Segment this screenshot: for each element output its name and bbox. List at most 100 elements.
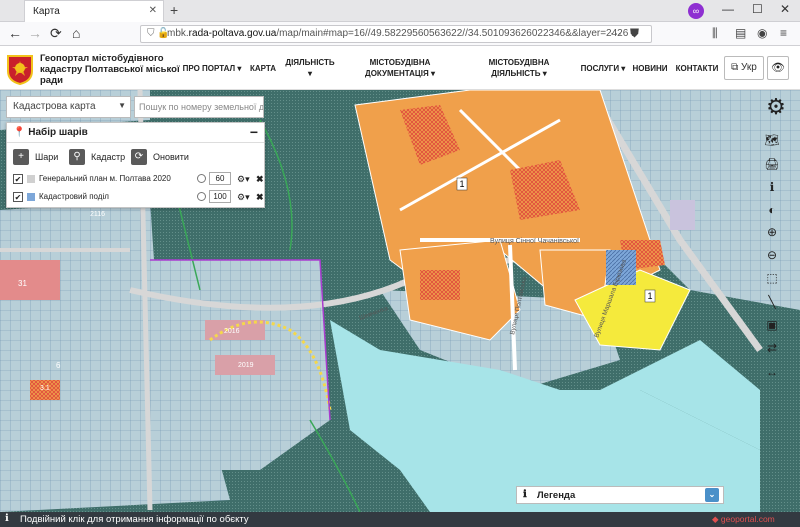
accessibility-eye-icon[interactable]: 👁 [767, 56, 789, 80]
residential-block [0, 260, 60, 300]
layer-row: ✔ Кадастровий поділ 100 ⚙▾ ✖ [13, 189, 264, 205]
minimize-icon[interactable]: — [722, 2, 734, 16]
parcel-number: 3.1 [40, 385, 50, 392]
zoom-in-icon[interactable]: ⊕ [761, 222, 783, 242]
menu-services[interactable]: ПОСЛУГИ ▾ [580, 46, 626, 90]
legend-title: Легенда [537, 490, 576, 501]
purple-parcel[interactable] [670, 200, 695, 230]
chevron-down-icon: ▼ [118, 101, 126, 110]
swap-icon[interactable]: ⇄ [761, 338, 783, 358]
plot-label: 1 [647, 291, 652, 301]
compass-icon[interactable]: ◐ [761, 200, 783, 220]
status-bar: ℹ Подвійний клік для отримання інформаці… [0, 512, 800, 527]
layer-checkbox[interactable]: ✔ [13, 174, 23, 184]
parcel-search-input[interactable]: Пошук по номеру земельної д [134, 96, 264, 118]
language-button[interactable]: ⧉ Укр [724, 56, 764, 80]
layer-settings-icon[interactable]: ⚙▾ [237, 171, 250, 187]
insecure-lock-icon: 🔓 [157, 28, 170, 39]
menu-urban-docs[interactable]: МІСТОБУДІВНА ДОКУМЕНТАЦІЯ ▾ [360, 46, 440, 90]
library-icon[interactable]: ⫼ [712, 26, 718, 41]
menu-activity[interactable]: ДІЯЛЬНІСТЬ ▾ [284, 46, 336, 90]
tab-close-icon[interactable]: ✕ [149, 5, 157, 16]
print-icon[interactable]: 🖨 [761, 154, 783, 174]
translate-icon: ⧉ [731, 62, 739, 73]
measure-area-icon[interactable]: ▣ [761, 315, 783, 335]
remove-layer-icon[interactable]: ✖ [256, 189, 264, 205]
basemap-select-value: Кадастрова карта [13, 101, 96, 112]
status-text: Подвійний клік для отримання інформації … [20, 514, 249, 525]
layer-swatch [27, 175, 35, 183]
fit-width-icon[interactable]: ↔ [761, 362, 783, 382]
pocket-icon[interactable]: ⛊ [630, 26, 639, 41]
layers-button[interactable]: Шари [35, 149, 58, 165]
select-area-icon[interactable]: ⬚ [761, 268, 783, 288]
new-tab-button[interactable]: + [170, 2, 178, 18]
info-icon: ℹ [523, 489, 527, 500]
hatched-parcel[interactable] [420, 270, 460, 300]
map-pin-icon: 📍 [13, 127, 26, 138]
layers-panel-header[interactable]: 📍 Набір шарів − [7, 123, 264, 143]
reload-icon[interactable]: ⟳ [50, 25, 62, 42]
close-window-icon[interactable]: ✕ [780, 2, 790, 16]
layer-radio[interactable] [197, 174, 206, 183]
language-label: Укр [741, 62, 757, 73]
parcel-number: 2116 [90, 211, 105, 218]
account-icon[interactable]: ◉ [757, 26, 767, 40]
map-marker-icon[interactable]: ⚲ [69, 149, 85, 165]
layers-panel: 📍 Набір шарів − + Шари ⚲ Кадастр ⟳ Онови… [6, 122, 265, 208]
plot-label: 1 [459, 179, 464, 189]
add-icon[interactable]: + [13, 149, 29, 165]
basemap-select[interactable]: Кадастрова карта ▼ [6, 96, 131, 118]
layer-settings-icon[interactable]: ⚙▾ [237, 189, 250, 205]
brand-link[interactable]: ◆ geoportal.com [712, 514, 775, 525]
private-browsing-icon: ∞ [688, 3, 704, 19]
browser-tab[interactable]: Карта ✕ [24, 0, 164, 22]
menu-map[interactable]: КАРТА [246, 46, 280, 90]
forward-arrow-icon[interactable]: → [28, 25, 42, 41]
refresh-icon[interactable]: ⟳ [131, 149, 147, 165]
measure-line-icon[interactable]: ╲ [761, 292, 783, 312]
legend-panel[interactable]: ℹ Легенда ⌄ [516, 486, 724, 504]
coat-of-arms-logo[interactable] [5, 53, 35, 85]
browser-toolbar: ← → ⟳ ⌂ ⛉ 🔓 mbk.rada-poltava.gov.ua/map/… [0, 22, 800, 46]
menu-icon[interactable]: ≡ [780, 26, 787, 40]
layer-swatch [27, 193, 35, 201]
opacity-input[interactable]: 60 [209, 172, 231, 185]
layers-panel-title: Набір шарів [28, 127, 88, 138]
page-actions-icon[interactable]: ··· [610, 26, 622, 40]
parcel-number: 2019 [238, 362, 254, 369]
url-field[interactable]: ⛉ 🔓 mbk.rada-poltava.gov.ua/map/main#map… [140, 25, 652, 43]
refresh-button[interactable]: Оновити [153, 149, 189, 165]
parcel-number: 2016 [224, 328, 240, 335]
site-title[interactable]: Геопортал містобудівного кадастру Полтав… [40, 53, 180, 86]
info-icon[interactable]: ℹ [761, 177, 783, 197]
chevron-down-icon[interactable]: ⌄ [705, 488, 719, 502]
remove-layer-icon[interactable]: ✖ [256, 171, 264, 187]
opacity-input[interactable]: 100 [209, 190, 231, 203]
layer-radio[interactable] [197, 192, 206, 201]
home-icon[interactable]: ⌂ [72, 25, 80, 41]
map-icon[interactable]: 🗺 [761, 130, 783, 150]
parcel-number: 6 [56, 361, 61, 370]
layer-checkbox[interactable]: ✔ [13, 192, 23, 202]
layer-name: Генеральний план м. Полтава 2020 [39, 174, 171, 183]
collapse-icon[interactable]: − [250, 124, 258, 140]
menu-urban-activity[interactable]: МІСТОБУДІВНА ДІЯЛЬНІСТЬ ▾ [466, 46, 572, 90]
menu-news[interactable]: НОВИНИ [630, 46, 670, 90]
browser-tab-bar: Карта ✕ + ∞ — ☐ ✕ [0, 0, 800, 22]
layer-name: Кадастровий поділ [39, 192, 109, 201]
menu-contacts[interactable]: КОНТАКТИ [674, 46, 720, 90]
cadastre-button[interactable]: Кадастр [91, 149, 125, 165]
parcel-number: 31 [18, 279, 27, 288]
menu-about[interactable]: ПРО ПОРТАЛ ▾ [182, 46, 242, 90]
site-header: Геопортал містобудівного кадастру Полтав… [0, 46, 800, 90]
settings-gears-icon[interactable]: ⚙ [763, 94, 789, 120]
url-host: rada-poltava.gov.ua [188, 28, 277, 39]
shield-icon: ⛉ [147, 28, 155, 39]
sidebar-icon[interactable]: ▤ [735, 26, 746, 40]
back-arrow-icon[interactable]: ← [8, 25, 22, 41]
zoom-out-icon[interactable]: ⊖ [761, 245, 783, 265]
info-icon: ℹ [5, 513, 9, 524]
maximize-icon[interactable]: ☐ [752, 2, 763, 16]
url-prefix: mbk. [167, 28, 189, 39]
